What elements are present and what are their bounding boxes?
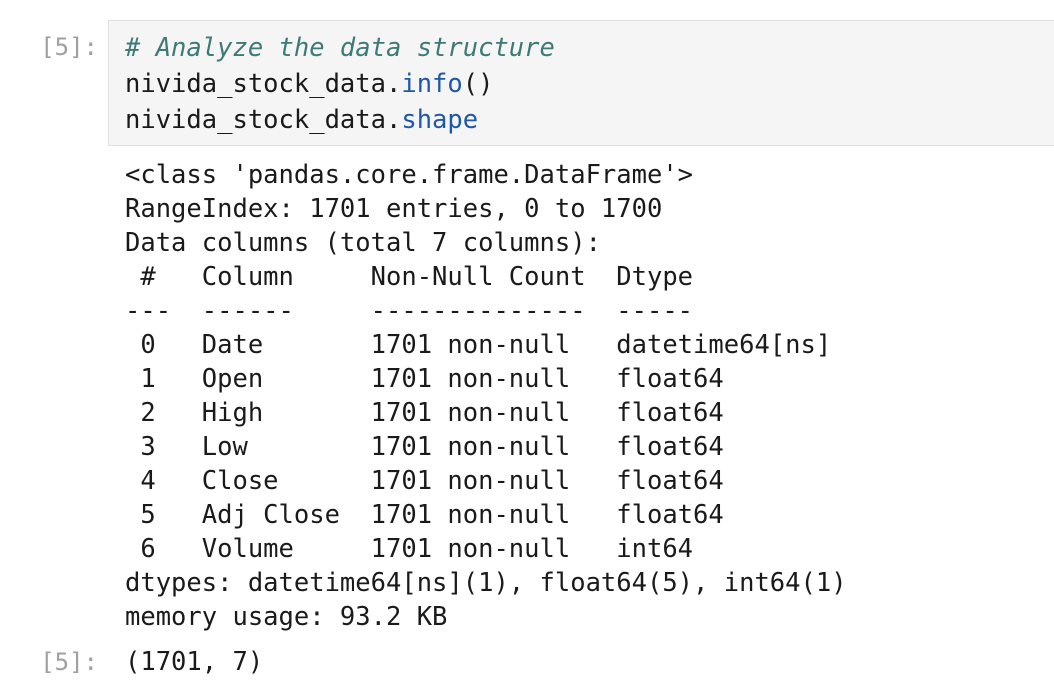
- cell-stdout: <class 'pandas.core.frame.DataFrame'> Ran…: [125, 158, 847, 634]
- stdout-line: <class 'pandas.core.frame.DataFrame'>: [125, 160, 694, 190]
- cell-result: (1701, 7): [125, 647, 264, 677]
- code-cell-input[interactable]: # Analyze the data structure nivida_stock…: [108, 20, 1054, 146]
- code-editor[interactable]: # Analyze the data structure nivida_stock…: [125, 30, 555, 138]
- stdout-line: 1 Open 1701 non-null float64: [125, 364, 832, 394]
- stdout-line: 4 Close 1701 non-null float64: [125, 466, 832, 496]
- code-call: (): [462, 69, 494, 99]
- stdout-line: # Column Non-Null Count Dtype: [125, 262, 832, 292]
- output-prompt: [5]:: [40, 648, 98, 676]
- stdout-line: 0 Date 1701 non-null datetime64[ns]: [125, 330, 832, 360]
- stdout-line: 6 Volume 1701 non-null int64: [125, 534, 832, 564]
- stdout-line: --- ------ -------------- -----: [125, 296, 832, 326]
- stdout-line: dtypes: datetime64[ns](1), float64(5), i…: [125, 568, 847, 598]
- code-comment: # Analyze the data structure: [125, 33, 555, 63]
- stdout-line: Data columns (total 7 columns):: [125, 228, 601, 258]
- code-attribute: shape: [401, 105, 479, 135]
- stdout-line: 3 Low 1701 non-null float64: [125, 432, 832, 462]
- code-object: nivida_stock_data.: [125, 105, 402, 135]
- stdout-line: RangeIndex: 1701 entries, 0 to 1700: [125, 194, 663, 224]
- stdout-line: 2 High 1701 non-null float64: [125, 398, 832, 428]
- stdout-line: 5 Adj Close 1701 non-null float64: [125, 500, 832, 530]
- code-object: nivida_stock_data.: [125, 69, 402, 99]
- stdout-line: memory usage: 93.2 KB: [125, 602, 448, 632]
- input-prompt: [5]:: [40, 33, 98, 61]
- code-method: info: [401, 69, 463, 99]
